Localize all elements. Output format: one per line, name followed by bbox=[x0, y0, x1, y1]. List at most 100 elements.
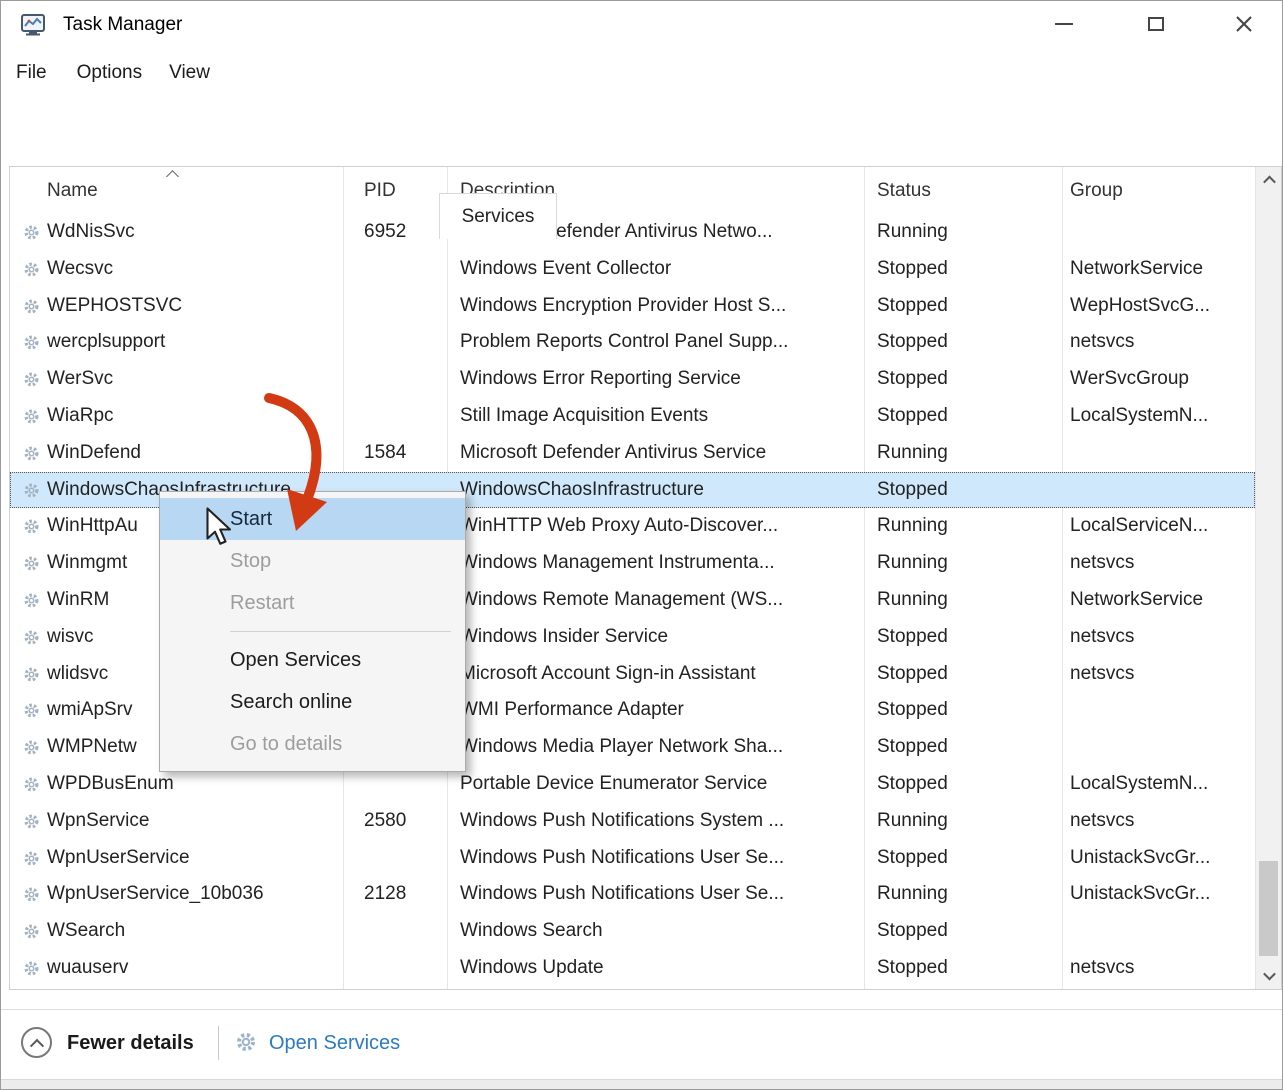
service-description-cell: Microsoft Account Sign-in Assistant bbox=[460, 656, 860, 693]
service-status-cell: Stopped bbox=[877, 913, 1057, 950]
maximize-icon bbox=[1148, 17, 1164, 31]
service-group-cell: NetworkService bbox=[1070, 582, 1252, 619]
column-header-status[interactable]: Status bbox=[877, 167, 931, 214]
service-pid-cell bbox=[364, 913, 449, 950]
service-description-cell: Portable Device Enumerator Service bbox=[460, 766, 860, 803]
service-status-cell: Stopped bbox=[877, 324, 1057, 361]
service-pid-cell: 1584 bbox=[364, 435, 449, 472]
service-gear-icon bbox=[22, 370, 44, 390]
task-manager-window: Task Manager File Options View Processes… bbox=[0, 0, 1283, 1090]
menu-file[interactable]: File bbox=[16, 62, 47, 84]
maximize-button[interactable] bbox=[1131, 1, 1181, 47]
service-status-cell: Stopped bbox=[877, 766, 1057, 803]
service-gear-icon bbox=[22, 407, 44, 427]
context-menu-item-start[interactable]: Start bbox=[160, 498, 465, 540]
context-menu-item-restart[interactable]: Restart bbox=[160, 582, 465, 624]
service-pid-cell bbox=[364, 251, 449, 288]
minimize-button[interactable] bbox=[1039, 1, 1089, 47]
service-description-cell: Windows Management Instrumenta... bbox=[460, 545, 860, 582]
context-menu-item-open-services[interactable]: Open Services bbox=[160, 639, 465, 681]
service-row[interactable]: WdNisSvc6952Microsoft Defender Antivirus… bbox=[10, 214, 1255, 251]
scroll-up-button[interactable] bbox=[1256, 167, 1282, 194]
service-status-cell: Stopped bbox=[877, 251, 1057, 288]
service-status-cell: Stopped bbox=[877, 840, 1057, 877]
menu-options[interactable]: Options bbox=[77, 62, 142, 84]
service-description-cell: Windows Media Player Network Sha... bbox=[460, 729, 860, 766]
service-row[interactable]: wuauservWindows UpdateStoppednetsvcs bbox=[10, 950, 1255, 987]
service-name-cell: WpnService bbox=[47, 803, 342, 840]
service-row[interactable]: WerSvcWindows Error Reporting ServiceSto… bbox=[10, 361, 1255, 398]
service-row[interactable]: WinDefend1584Microsoft Defender Antiviru… bbox=[10, 435, 1255, 472]
context-menu-item-search-online[interactable]: Search online bbox=[160, 681, 465, 723]
footer: Fewer details Open Services bbox=[1, 1010, 1282, 1079]
service-row[interactable]: WSearch Windows Search Stopped bbox=[10, 913, 1255, 950]
open-services-link[interactable]: Open Services bbox=[269, 1010, 400, 1076]
tab-services[interactable]: Services bbox=[439, 193, 557, 239]
service-group-cell: netsvcs bbox=[1070, 803, 1252, 840]
service-row[interactable]: WiaRpcStill Image Acquisition EventsStop… bbox=[10, 398, 1255, 435]
chevron-down-icon bbox=[1263, 968, 1276, 981]
column-header-group[interactable]: Group bbox=[1070, 167, 1123, 214]
service-name-cell: WSearch bbox=[47, 913, 342, 950]
service-name-cell: wuauserv bbox=[47, 950, 342, 987]
service-gear-icon bbox=[22, 223, 44, 243]
service-group-cell bbox=[1070, 692, 1252, 729]
service-description-cell: Windows Update bbox=[460, 950, 860, 987]
service-gear-icon bbox=[22, 628, 44, 648]
context-menu-item-stop[interactable]: Stop bbox=[160, 540, 465, 582]
service-status-cell: Running bbox=[877, 435, 1057, 472]
close-button[interactable] bbox=[1219, 1, 1269, 47]
footer-separator bbox=[218, 1026, 219, 1060]
service-gear-icon bbox=[22, 812, 44, 832]
service-description-cell: Problem Reports Control Panel Supp... bbox=[460, 324, 860, 361]
service-gear-icon bbox=[22, 922, 44, 942]
service-gear-icon bbox=[22, 481, 44, 501]
service-name-cell: WEPHOSTSVC bbox=[47, 288, 342, 325]
service-row[interactable]: WEPHOSTSVC Windows Encryption Provider Ho… bbox=[10, 288, 1255, 325]
service-row[interactable]: WpnUserService_10b0362128Windows Push No… bbox=[10, 876, 1255, 913]
service-group-cell: netsvcs bbox=[1070, 619, 1252, 656]
column-header-pid[interactable]: PID bbox=[364, 167, 396, 214]
service-gear-icon bbox=[22, 701, 44, 721]
tab-bar: Processes Performance Users Details Serv… bbox=[1, 96, 1282, 144]
service-description-cell: WindowsChaosInfrastructure bbox=[460, 472, 860, 509]
service-status-cell: Stopped bbox=[877, 472, 1057, 509]
service-group-cell: UnistackSvcGr... bbox=[1070, 840, 1252, 877]
menu-view[interactable]: View bbox=[169, 62, 210, 84]
scroll-down-button[interactable] bbox=[1256, 962, 1282, 989]
service-gear-icon bbox=[22, 885, 44, 905]
fewer-details-toggle[interactable] bbox=[21, 1027, 52, 1058]
service-description-cell: Windows Search bbox=[460, 913, 860, 950]
service-group-cell: UnistackSvcGr... bbox=[1070, 876, 1252, 913]
service-status-cell: Stopped bbox=[877, 361, 1057, 398]
service-row[interactable]: wercplsupportProblem Reports Control Pan… bbox=[10, 324, 1255, 361]
service-group-cell: netsvcs bbox=[1070, 950, 1252, 987]
service-gear-icon bbox=[22, 333, 44, 353]
task-manager-icon bbox=[19, 11, 47, 39]
service-description-cell: Windows Encryption Provider Host S... bbox=[460, 288, 860, 325]
service-row[interactable]: WpnService2580Windows Push Notifications… bbox=[10, 803, 1255, 840]
service-group-cell bbox=[1070, 913, 1252, 950]
close-icon bbox=[1235, 15, 1253, 33]
service-group-cell bbox=[1070, 472, 1252, 509]
service-description-cell: Still Image Acquisition Events bbox=[460, 398, 860, 435]
scrollbar-thumb[interactable] bbox=[1259, 861, 1278, 956]
service-pid-cell bbox=[364, 398, 449, 435]
service-status-cell: Running bbox=[877, 582, 1057, 619]
service-gear-icon bbox=[22, 591, 44, 611]
context-menu-separator bbox=[230, 631, 451, 632]
column-header-name[interactable]: Name bbox=[47, 167, 98, 214]
window-resize-border bbox=[1, 1079, 1282, 1089]
sort-ascending-icon bbox=[166, 170, 179, 183]
service-status-cell: Stopped bbox=[877, 398, 1057, 435]
service-row[interactable]: WecsvcWindows Event CollectorStoppedNetw… bbox=[10, 251, 1255, 288]
service-description-cell: Windows Push Notifications User Se... bbox=[460, 840, 860, 877]
vertical-scrollbar[interactable] bbox=[1255, 167, 1281, 989]
service-pid-cell bbox=[364, 324, 449, 361]
context-menu-item-go-to-details[interactable]: Go to details bbox=[160, 723, 465, 765]
service-row[interactable]: WpnUserServiceWindows Push Notifications… bbox=[10, 840, 1255, 877]
service-description-cell: Windows Error Reporting Service bbox=[460, 361, 860, 398]
fewer-details-label[interactable]: Fewer details bbox=[67, 1010, 194, 1076]
chevron-up-icon bbox=[1263, 176, 1276, 189]
service-group-cell: netsvcs bbox=[1070, 656, 1252, 693]
